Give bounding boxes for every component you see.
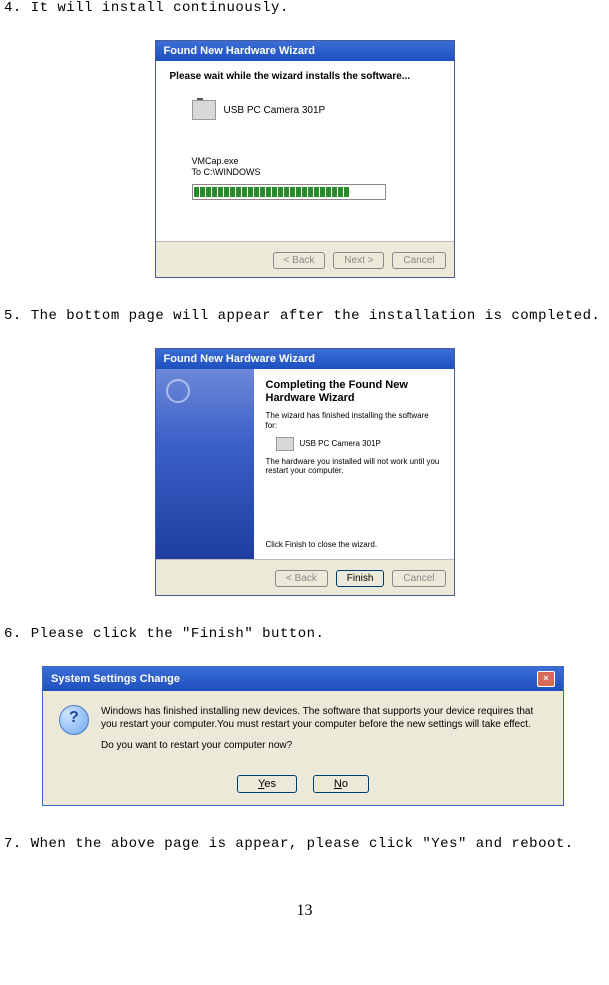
device-name: USB PC Camera 301P xyxy=(224,105,326,116)
next-button: Next > xyxy=(333,252,384,269)
step-5-text: 5. The bottom page will appear after the… xyxy=(4,308,609,324)
cancel-button[interactable]: Cancel xyxy=(392,252,445,269)
page-number: 13 xyxy=(0,902,609,920)
system-settings-dialog: System Settings Change × Windows has fin… xyxy=(42,666,564,806)
camera-icon xyxy=(276,437,294,451)
device-name: USB PC Camera 301P xyxy=(300,439,381,448)
no-button[interactable]: NNoo xyxy=(313,775,369,793)
dialog-title: System Settings Change xyxy=(51,673,180,685)
complete-line1: The wizard has finished installing the s… xyxy=(266,411,442,430)
complete-heading: Completing the Found New Hardware Wizard xyxy=(266,379,442,405)
cancel-button: Cancel xyxy=(392,570,445,587)
install-file: VMCap.exe xyxy=(192,156,440,167)
wizard-title: Found New Hardware Wizard xyxy=(156,349,454,369)
complete-wizard: Found New Hardware Wizard Completing the… xyxy=(155,348,455,596)
wizard-title: Found New Hardware Wizard xyxy=(156,41,454,61)
install-dest: To C:\WINDOWS xyxy=(192,167,440,178)
yes-button[interactable]: YYeses xyxy=(237,775,297,793)
finish-button[interactable]: Finish xyxy=(336,570,385,587)
camera-icon xyxy=(192,100,216,120)
close-icon[interactable]: × xyxy=(537,671,555,687)
back-button: < Back xyxy=(275,570,328,587)
wizard-sidebar-image xyxy=(156,369,254,559)
wizard-subheading: Please wait while the wizard installs th… xyxy=(170,71,440,82)
step-4-text: 4. It will install continuously. xyxy=(4,0,609,16)
install-progress-wizard: Found New Hardware Wizard Please wait wh… xyxy=(155,40,455,278)
step-6-text: 6. Please click the "Finish" button. xyxy=(4,626,609,642)
step-7-text: 7. When the above page is appear, please… xyxy=(4,836,609,852)
back-button: < Back xyxy=(273,252,326,269)
progress-bar xyxy=(192,184,386,200)
dialog-body-2: Do you want to restart your computer now… xyxy=(101,739,547,752)
question-icon xyxy=(59,705,89,735)
dialog-body-1: Windows has finished installing new devi… xyxy=(101,705,547,731)
complete-line3: Click Finish to close the wizard. xyxy=(266,540,378,549)
complete-line2: The hardware you installed will not work… xyxy=(266,457,442,476)
